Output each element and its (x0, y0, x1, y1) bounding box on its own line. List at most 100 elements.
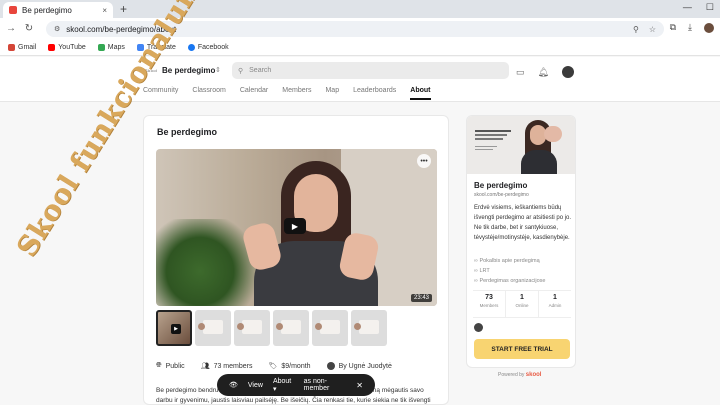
bookmark-star-icon[interactable]: ☆ (649, 25, 656, 34)
site-info-icon[interactable]: ⚙ (54, 25, 60, 33)
bookmark-gmail[interactable]: Gmail (8, 44, 36, 51)
play-button-icon[interactable]: ▶ (284, 218, 306, 234)
window-controls: — ☐ (683, 2, 714, 13)
thumbnail-image[interactable] (312, 310, 348, 346)
stat-admin: 1 Admin (539, 291, 571, 317)
cover-person-body (521, 150, 557, 174)
tab-calendar[interactable]: Calendar (240, 87, 268, 100)
tab-leaderboards[interactable]: Leaderboards (353, 87, 396, 100)
bookmark-maps[interactable]: Maps (97, 44, 125, 51)
youtube-icon (48, 44, 56, 51)
members-icon: 👥︎ (200, 363, 210, 370)
skool-brand: skool (525, 372, 542, 378)
minimize-icon[interactable]: — (683, 2, 692, 13)
price-info: 🏷︎ $9/month (268, 362, 311, 371)
thumbnail-image[interactable] (234, 310, 270, 346)
skool-favicon-icon (9, 6, 17, 14)
media-thumbnails: ▶ (156, 310, 387, 346)
thumbnail-avatar (354, 323, 361, 330)
privacy-info: 🌐︎ Public (156, 362, 185, 370)
thumbnail-video[interactable]: ▶ (156, 310, 192, 346)
play-icon: ▶ (171, 324, 181, 334)
browser-tabbar: Be perdegimo × + — ☐ (0, 0, 720, 18)
intro-video[interactable]: ▶ ••• 23:43 (156, 149, 437, 306)
side-group-url[interactable]: skool.com/be-perdegimo (474, 192, 529, 198)
brain-icon (544, 126, 562, 142)
tab-title: Be perdegimo (22, 5, 72, 15)
reload-icon[interactable]: ↻ (20, 23, 38, 34)
user-avatar[interactable] (561, 66, 574, 78)
globe-icon: 🌐︎ (156, 362, 162, 369)
bookmark-youtube[interactable]: YouTube (48, 44, 86, 51)
browser-actions: ⧉ ⤓ (670, 22, 714, 33)
thumbnail-preview (281, 320, 301, 334)
notifications-bell-icon[interactable]: 🔔︎ (538, 67, 549, 78)
stat-value: 1 (520, 294, 524, 301)
cover-text-graphic (475, 130, 515, 150)
tab-community[interactable]: Community (143, 87, 178, 100)
view-as-toolbar: 👁︎ View About ▾ as non-member ✕ (217, 374, 375, 396)
more-options-icon[interactable]: ••• (417, 154, 431, 168)
stat-members: 73 Members (473, 291, 506, 317)
maps-icon (97, 44, 105, 51)
bookmark-facebook[interactable]: Facebook (187, 44, 229, 51)
page-title: Be perdegimo (157, 127, 218, 137)
search-icon: ⚲ (238, 67, 244, 75)
thumbnail-preview (320, 320, 340, 334)
view-as-label: as non-member (303, 378, 330, 392)
thumbnail-avatar (198, 323, 205, 330)
tab-close-icon[interactable]: × (102, 6, 107, 15)
zoom-icon[interactable]: ⚲ (633, 25, 639, 34)
tab-about[interactable]: About (410, 87, 431, 100)
powered-by[interactable]: Powered by skool (498, 372, 541, 378)
forward-icon[interactable]: → (2, 23, 20, 34)
start-free-trial-button[interactable]: START FREE TRIAL (474, 339, 570, 359)
close-icon[interactable]: ✕ (356, 381, 363, 390)
side-links: Pokalbis apie perdegimą LRT Perdegimas o… (474, 256, 546, 286)
stat-value: 73 (485, 294, 493, 301)
chat-icon[interactable]: ▭ (516, 67, 525, 78)
group-switch-chevron-icon[interactable]: ⇕ (215, 66, 221, 74)
link-item[interactable]: Perdegimas organizacijose (474, 276, 545, 286)
thumbnail-avatar (315, 323, 322, 330)
gmail-icon (8, 44, 15, 51)
address-bar[interactable]: ⚙ skool.com/be-perdegimo/about ⚲ ☆ (46, 21, 664, 37)
tab-classroom[interactable]: Classroom (192, 87, 225, 100)
view-page-label: About (272, 377, 292, 385)
new-tab-button[interactable]: + (120, 2, 127, 16)
tab-members[interactable]: Members (282, 87, 311, 100)
group-side-card: Be perdegimo skool.com/be-perdegimo Erdv… (466, 115, 576, 368)
browser-tab[interactable]: Be perdegimo × (3, 2, 113, 18)
maximize-icon[interactable]: ☐ (706, 2, 714, 13)
author-avatar (326, 362, 335, 370)
thumbnail-avatar (276, 323, 283, 330)
link-item[interactable]: Pokalbis apie perdegimą (474, 256, 546, 266)
browser-toolbar: → ↻ ⚙ skool.com/be-perdegimo/about ⚲ ☆ ⧉… (0, 18, 720, 40)
group-nav: Community Classroom Calendar Members Map… (143, 87, 431, 100)
group-name[interactable]: Be perdegimo (162, 66, 215, 75)
about-card: Be perdegimo ▶ ••• 23:43 ▶ 🌐︎ Public 👥︎ 73… (143, 115, 449, 405)
tab-map[interactable]: Map (325, 87, 339, 100)
eye-icon: 👁︎ (229, 382, 238, 389)
extensions-icon[interactable]: ⧉ (670, 22, 676, 33)
stat-value: 1 (553, 294, 557, 301)
thumbnail-preview (242, 320, 262, 334)
powered-by-label: Powered by (498, 372, 525, 378)
search-input[interactable]: ⚲ Search (232, 62, 509, 79)
thumbnail-preview (359, 320, 379, 334)
bookmarks-bar: Gmail YouTube Maps Translate Facebook (0, 40, 720, 56)
link-item[interactable]: LRT (474, 266, 546, 276)
members-info: 👥︎ 73 members (200, 362, 253, 371)
profile-avatar[interactable] (704, 22, 714, 33)
group-stats: 73 Members 1 Online 1 Admin (473, 290, 571, 318)
group-meta: 🌐︎ Public 👥︎ 73 members 🏷︎ $9/month By Ugnė… (156, 362, 392, 370)
thumbnail-image[interactable] (273, 310, 309, 346)
admin-avatar[interactable] (474, 323, 483, 332)
author-info[interactable]: By Ugnė Juodytė (326, 362, 392, 370)
search-placeholder: Search (249, 67, 272, 74)
view-page-select[interactable]: About ▾ (273, 378, 294, 393)
stat-label: Online (515, 303, 529, 308)
thumbnail-image[interactable] (195, 310, 231, 346)
download-icon[interactable]: ⤓ (688, 22, 692, 33)
thumbnail-image[interactable] (351, 310, 387, 346)
